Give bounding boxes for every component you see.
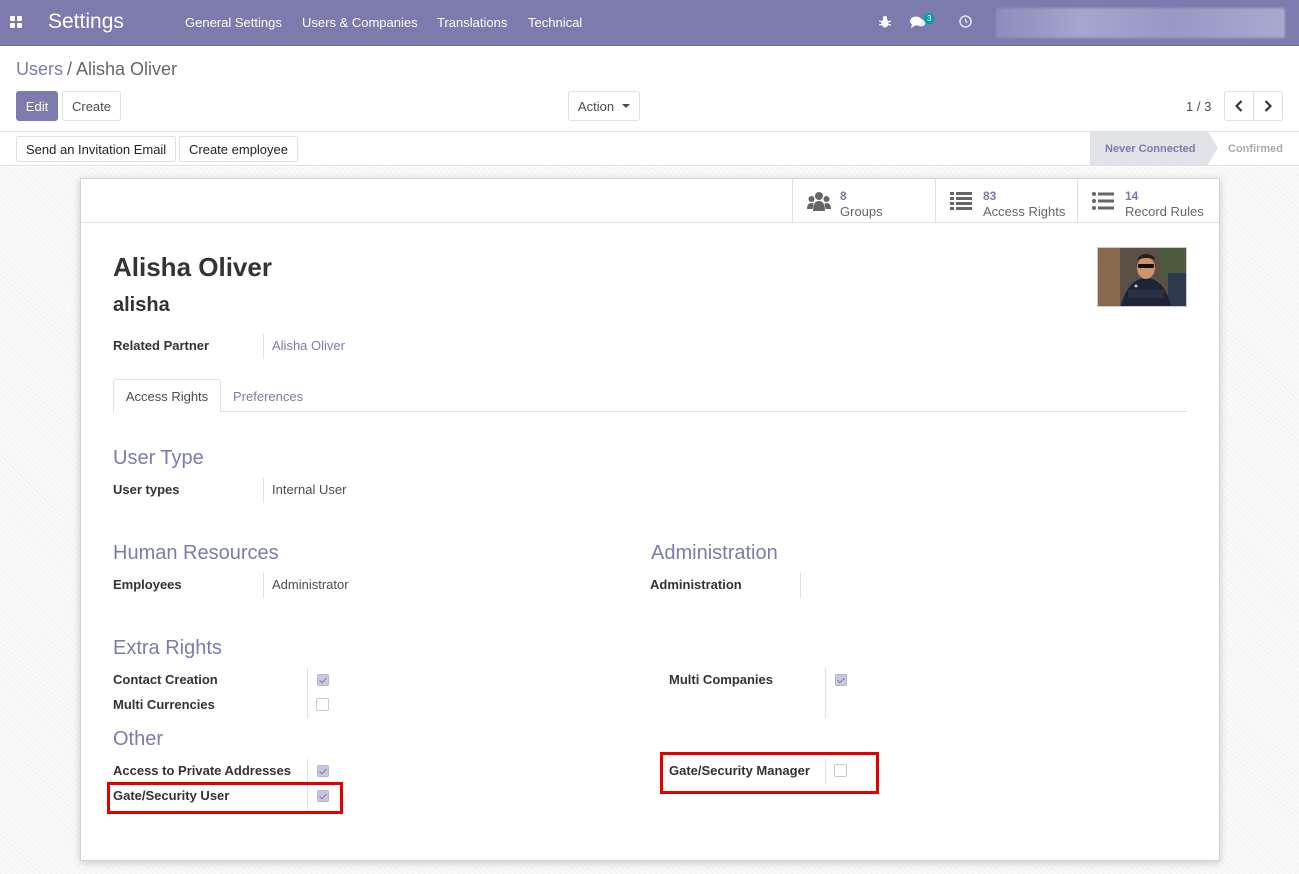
form-sheet: 8 Groups 83 Access Rights 14 Record Rule… [80, 178, 1220, 861]
form-statusbar: Send an Invitation Email Create employee… [0, 131, 1299, 166]
section-extra-rights-title: Extra Rights [113, 637, 222, 659]
field-separator [800, 573, 801, 598]
private-addresses-label: Access to Private Addresses [113, 763, 292, 778]
apps-menu-icon[interactable] [10, 16, 22, 28]
top-navbar: Settings General Settings Users & Compan… [0, 0, 1299, 46]
administration-label: Administration [650, 577, 742, 592]
messages-count-badge: 3 [924, 13, 935, 24]
contact-creation-checkbox[interactable] [317, 674, 329, 686]
tab-preferences[interactable]: Preferences [233, 389, 303, 404]
section-administration-title: Administration [651, 542, 778, 564]
multi-currencies-label: Multi Currencies [113, 697, 215, 712]
list-icon [950, 192, 972, 210]
chevron-right-icon [1264, 100, 1272, 112]
breadcrumb-users-link[interactable]: Users [16, 59, 63, 79]
stage-arrow [1208, 132, 1218, 164]
pager-next-button[interactable] [1253, 91, 1283, 121]
menu-users-companies[interactable]: Users & Companies [302, 15, 418, 30]
action-label: Action [577, 98, 615, 114]
field-separator [825, 668, 826, 718]
access-rights-count: 83 [983, 189, 997, 203]
access-rights-smart-button[interactable]: 83 Access Rights [935, 179, 1078, 222]
create-button[interactable]: Create [62, 91, 121, 121]
field-separator [263, 478, 264, 503]
groups-count: 8 [840, 189, 847, 203]
user-types-value[interactable]: Internal User [272, 482, 346, 497]
record-rules-smart-button[interactable]: 14 Record Rules [1077, 179, 1220, 222]
field-separator [263, 573, 264, 598]
form-tabs: Access Rights Preferences [113, 379, 1187, 413]
section-user-type-title: User Type [113, 447, 204, 469]
related-partner-label: Related Partner [113, 338, 210, 353]
section-human-resources-title: Human Resources [113, 542, 279, 564]
stage-never-connected-label: Never Connected [1105, 143, 1196, 155]
highlight-gate-security-manager [660, 752, 879, 794]
user-types-label: User types [113, 482, 180, 497]
tab-access-rights[interactable]: Access Rights [113, 379, 221, 413]
record-rules-count: 14 [1125, 189, 1139, 203]
private-addresses-checkbox[interactable] [317, 765, 329, 777]
send-invitation-button[interactable]: Send an Invitation Email [16, 136, 177, 162]
user-login: alisha [113, 294, 170, 316]
access-rights-label: Access Rights [983, 204, 1066, 219]
section-other-title: Other [113, 728, 164, 750]
list-ul-icon [1092, 192, 1114, 210]
employees-value[interactable]: Administrator [272, 577, 349, 592]
field-separator [263, 334, 264, 359]
pager-value: 1 / 3 [1186, 99, 1212, 114]
multi-currencies-checkbox[interactable] [316, 698, 329, 711]
breadcrumb-current: Alisha Oliver [76, 59, 178, 79]
record-rules-label: Record Rules [1125, 204, 1204, 219]
menu-general-settings[interactable]: General Settings [185, 15, 282, 30]
multi-companies-label: Multi Companies [669, 672, 774, 687]
menu-translations[interactable]: Translations [437, 15, 507, 30]
breadcrumb: Users / Alisha Oliver [16, 59, 177, 80]
user-avatar[interactable] [1097, 247, 1187, 307]
chevron-left-icon [1235, 100, 1243, 112]
pager-previous-button[interactable] [1224, 91, 1254, 121]
app-brand[interactable]: Settings [48, 10, 124, 34]
user-name-title: Alisha Oliver [113, 252, 272, 282]
user-menu-blurred[interactable] [996, 8, 1285, 38]
related-partner-link[interactable]: Alisha Oliver [272, 338, 345, 353]
edit-button[interactable]: Edit [16, 91, 58, 121]
multi-companies-checkbox[interactable] [835, 674, 847, 686]
menu-technical[interactable]: Technical [528, 15, 582, 30]
action-dropdown[interactable]: Action [568, 91, 640, 121]
avatar-photo [1098, 248, 1186, 306]
debug-bug-icon[interactable] [879, 15, 891, 29]
smart-button-box: 8 Groups 83 Access Rights 14 Record Rule… [81, 179, 1219, 223]
field-separator [307, 668, 308, 718]
users-icon [807, 192, 831, 211]
caret-down-icon [622, 104, 631, 108]
contact-creation-label: Contact Creation [113, 672, 218, 687]
highlight-gate-security-user [107, 782, 343, 814]
employees-label: Employees [113, 577, 182, 592]
stage-confirmed[interactable]: Confirmed [1228, 143, 1283, 155]
activity-clock-icon[interactable] [959, 15, 972, 28]
groups-label: Groups [840, 204, 883, 219]
groups-smart-button[interactable]: 8 Groups [792, 179, 935, 222]
breadcrumb-separator: / [67, 59, 73, 79]
create-employee-button[interactable]: Create employee [179, 136, 298, 162]
